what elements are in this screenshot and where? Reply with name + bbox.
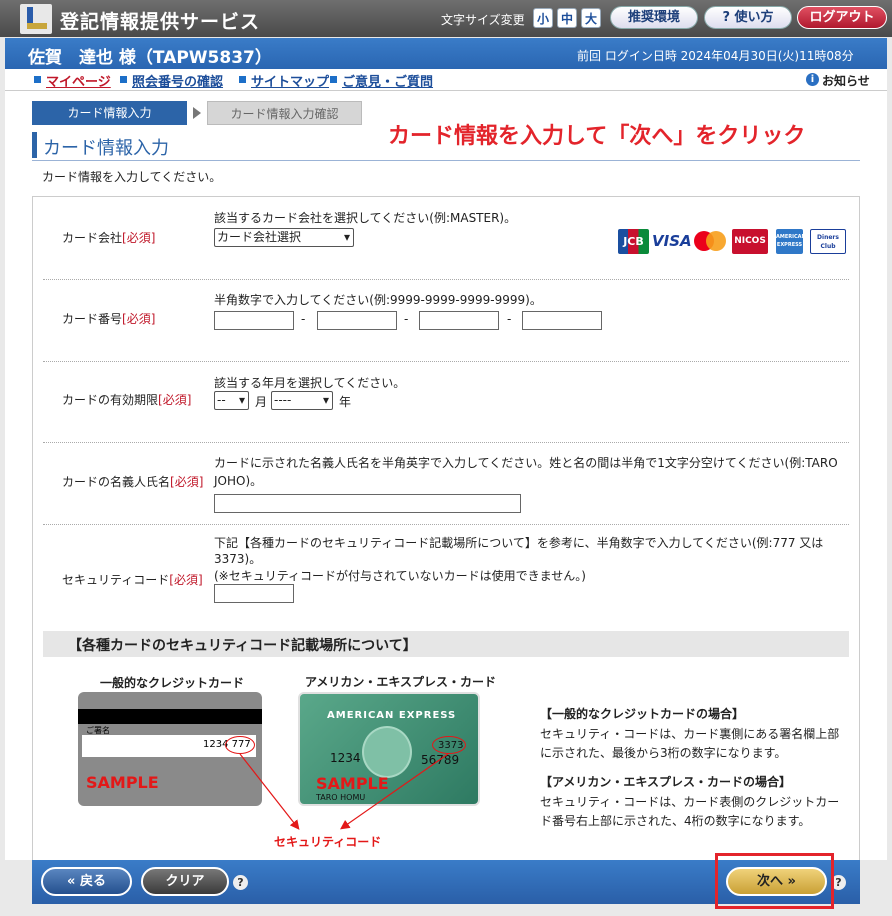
card-number-field-4[interactable]	[522, 311, 602, 330]
row-divider	[43, 442, 849, 443]
card-company-select[interactable]: カード会社選択	[214, 228, 354, 247]
app-logo-icon	[20, 4, 52, 34]
instruction-annotation: カード情報を入力して「次へ」をクリック	[388, 124, 806, 149]
expiry-label: カードの有効期限[必須]	[62, 393, 192, 407]
amex-brand-text: AMERICAN EXPRESS	[327, 710, 457, 721]
nav-link-sitemap[interactable]: サイトマップ	[251, 71, 329, 90]
card-number-label: カード番号[必須]	[62, 312, 156, 326]
security-hint-line2: 3373)。	[214, 552, 262, 566]
app-title: 登記情報提供サービス	[60, 11, 261, 33]
required-mark: [必須]	[169, 573, 203, 587]
help-button[interactable]: ? 使い方	[704, 6, 792, 29]
font-size-small-button[interactable]: 小	[533, 8, 553, 28]
mastercard-logo-icon	[706, 231, 726, 251]
month-unit: 月	[255, 395, 268, 409]
nav-link-mypage[interactable]: マイページ	[46, 71, 111, 90]
security-hint-line1: 下記【各種カードのセキュリティコード記載場所について】を参考に、半角数字で入力し…	[214, 536, 824, 550]
nav-bullet-icon	[34, 76, 41, 83]
nav-bullet-icon	[120, 76, 127, 83]
row-divider	[43, 524, 849, 525]
font-size-large-button[interactable]: 大	[581, 8, 601, 28]
required-mark: [必須]	[158, 393, 192, 407]
page-instruction: カード情報を入力してください。	[42, 170, 222, 184]
amex-card-title: アメリカン・エキスプレス・カード	[305, 675, 497, 689]
nav-bullet-icon	[330, 76, 337, 83]
nicos-logo-icon: NICOS	[732, 229, 768, 254]
card-number-hint: 半角数字で入力してください(例:9999-9999-9999-9999)。	[214, 293, 542, 307]
font-size-label: 文字サイズ変更	[441, 13, 525, 27]
required-mark: [必須]	[122, 231, 156, 245]
holder-hint-line2: JOHO)。	[214, 474, 263, 488]
number-separator: -	[301, 312, 306, 326]
logout-button[interactable]: ログアウト	[797, 6, 887, 29]
security-code-label: セキュリティコード[必須]	[62, 573, 203, 587]
required-mark: [必須]	[170, 475, 204, 489]
expiry-hint: 該当する年月を選択してください。	[214, 376, 406, 390]
card-number-field-2[interactable]	[317, 311, 397, 330]
row-divider	[43, 279, 849, 280]
amex-logo-icon: AMERICAN EXPRESS	[776, 229, 806, 254]
number-separator: -	[404, 312, 409, 326]
company-hint: 該当するカード会社を選択してください(例:MASTER)。	[214, 211, 517, 225]
nav-bullet-icon	[239, 76, 246, 83]
magnetic-stripe	[78, 709, 262, 724]
user-name: 佐賀 達也 様（TAPW5837）	[28, 48, 272, 68]
general-case-title: 【一般的なクレジットカードの場合】	[540, 707, 745, 721]
title-divider	[32, 160, 860, 161]
nav-link-feedback[interactable]: ご意見・ご質問	[342, 71, 433, 90]
visa-logo-icon: VISA	[652, 229, 692, 254]
page-title: カード情報入力	[43, 138, 169, 159]
amex-case-title: 【アメリカン・エキスプレス・カードの場合】	[540, 775, 792, 789]
expiry-month-select[interactable]: --	[214, 391, 249, 410]
company-label: カード会社[必須]	[62, 231, 156, 245]
card-number-field-1[interactable]	[214, 311, 294, 330]
diners-logo-icon: Diners Club	[810, 229, 846, 254]
holder-label: カードの名義人氏名[必須]	[62, 475, 204, 489]
help-question-icon: ?	[722, 10, 730, 25]
clear-help-icon[interactable]: ?	[233, 875, 248, 890]
nav-link-reference[interactable]: 照会番号の確認	[132, 71, 223, 90]
holder-hint-line1: カードに示された名義人氏名を半角英字で入力してください。姓と名の間は半角で1文字…	[214, 456, 838, 470]
required-mark: [必須]	[122, 312, 156, 326]
card-number-field-3[interactable]	[419, 311, 499, 330]
info-icon: i	[806, 73, 819, 86]
recommended-env-button[interactable]: 推奨環境	[610, 6, 698, 29]
security-info-heading: 【各種カードのセキュリティコード記載場所について】	[68, 638, 417, 654]
step-arrow-icon	[193, 107, 201, 119]
general-card-title: 一般的なクレジットカード	[100, 676, 245, 690]
back-button[interactable]: « 戻る	[41, 867, 132, 896]
page-title-accent	[32, 132, 37, 158]
number-separator: -	[507, 312, 512, 326]
holder-name-field[interactable]	[214, 494, 521, 513]
amex-case-text: セキュリティ・コードは、カード表側のクレジットカード番号右上部に示された、4桁の…	[540, 795, 840, 828]
step-next: カード情報入力確認	[207, 101, 362, 125]
notice-link[interactable]: お知らせ	[822, 72, 870, 89]
row-divider	[43, 361, 849, 362]
font-size-medium-button[interactable]: 中	[557, 8, 577, 28]
clear-button[interactable]: クリア	[141, 867, 229, 896]
year-unit: 年	[339, 395, 352, 409]
last-login-time: 前回 ログイン日時 2024年04月30日(火)11時08分	[577, 49, 854, 63]
general-case-text: セキュリティ・コードは、カード裏側にある署名欄上部に示された、最後から3桁の数字…	[540, 727, 840, 760]
security-code-field[interactable]	[214, 584, 294, 603]
security-hint-line3: (※セキュリティコードが付与されていないカードは使用できません。)	[214, 569, 586, 583]
help-label: 使い方	[734, 10, 774, 25]
security-code-arrows	[239, 753, 449, 830]
expiry-year-select[interactable]: ----	[271, 391, 333, 410]
step-current: カード情報入力	[32, 101, 187, 125]
next-button-highlight	[715, 853, 834, 909]
sample-text: SAMPLE	[86, 773, 159, 792]
jcb-logo-icon: JCB	[618, 229, 649, 254]
security-code-caption: セキュリティコード	[274, 835, 382, 849]
